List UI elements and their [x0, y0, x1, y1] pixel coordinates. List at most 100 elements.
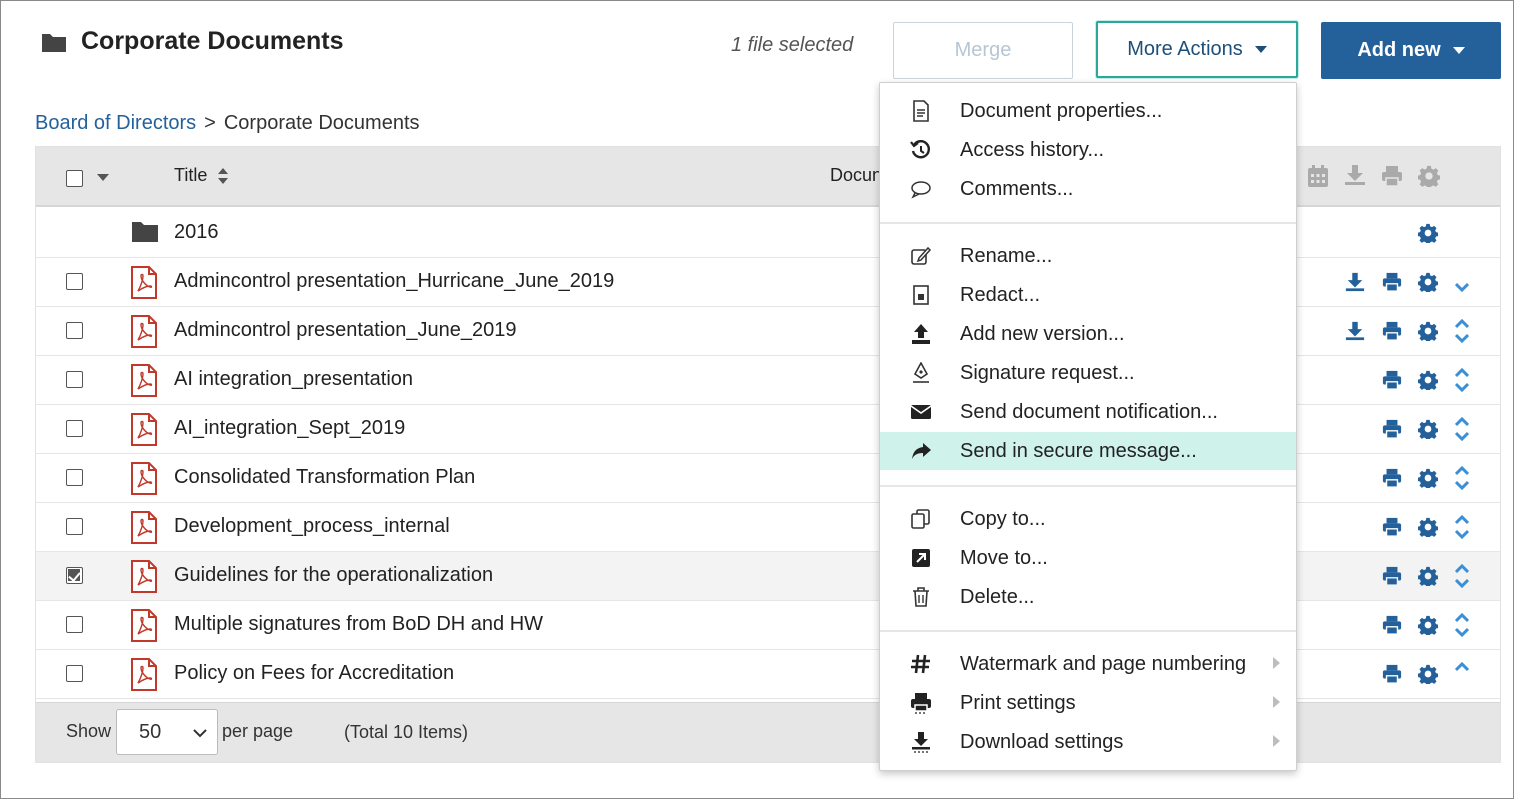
chevron-right-icon: [1273, 696, 1280, 708]
move-up-down-icon[interactable]: [1455, 417, 1469, 441]
menu-item-watermark-page-numbering[interactable]: Watermark and page numbering: [880, 645, 1296, 683]
breadcrumb-link-parent[interactable]: Board of Directors: [35, 112, 196, 135]
row-checkbox[interactable]: [66, 273, 83, 290]
printer-icon[interactable]: [1382, 468, 1402, 488]
menu-item-delete[interactable]: Delete...: [880, 578, 1296, 616]
gear-icon[interactable]: [1418, 566, 1438, 586]
pdf-file-icon: [131, 511, 157, 544]
page-title-text: Corporate Documents: [81, 27, 344, 55]
printer-icon[interactable]: [1382, 321, 1402, 341]
move-up-down-icon[interactable]: [1455, 515, 1469, 539]
menu-item-comments[interactable]: Comments...: [880, 170, 1296, 208]
row-title[interactable]: Development_process_internal: [174, 515, 450, 538]
menu-item-print-settings[interactable]: Print settings: [880, 684, 1296, 722]
row-title[interactable]: Admincontrol presentation_June_2019: [174, 319, 516, 342]
download-icon[interactable]: [1344, 164, 1366, 186]
row-title[interactable]: AI integration_presentation: [174, 368, 413, 391]
gear-icon[interactable]: [1418, 419, 1438, 439]
gear-icon[interactable]: [1418, 223, 1438, 243]
row-checkbox[interactable]: [66, 469, 83, 486]
selected-count: 1 file selected: [731, 34, 854, 56]
menu-item-rename[interactable]: Rename...: [880, 237, 1296, 275]
move-up-down-icon[interactable]: [1455, 564, 1469, 588]
download-icon[interactable]: [1345, 272, 1365, 292]
move-up-icon[interactable]: [1455, 662, 1469, 672]
menu-item-signature-request[interactable]: Signature request...: [880, 354, 1296, 392]
row-checkbox[interactable]: [66, 567, 83, 584]
menu-item-document-properties[interactable]: Document properties...: [880, 92, 1296, 130]
row-title[interactable]: Admincontrol presentation_Hurricane_June…: [174, 270, 614, 293]
printer-icon[interactable]: [1382, 615, 1402, 635]
per-page-label: per page: [222, 721, 294, 741]
menu-item-send-in-secure-message[interactable]: Send in secure message...: [880, 432, 1296, 470]
move-up-down-icon[interactable]: [1455, 613, 1469, 637]
printer-icon[interactable]: [1382, 664, 1402, 684]
menu-item-add-new-version[interactable]: Add new version...: [880, 315, 1296, 353]
more-actions-button[interactable]: More Actions: [1096, 21, 1298, 78]
row-checkbox[interactable]: [66, 322, 83, 339]
trash-icon: [913, 587, 929, 607]
printer-icon[interactable]: [1382, 419, 1402, 439]
gear-icon[interactable]: [1418, 664, 1438, 684]
printer-icon[interactable]: [1382, 272, 1402, 292]
breadcrumb: Board of Directors > Corporate Documents: [35, 112, 420, 135]
row-checkbox[interactable]: [66, 616, 83, 633]
row-checkbox[interactable]: [66, 420, 83, 437]
move-up-down-icon[interactable]: [1455, 466, 1469, 490]
gear-icon[interactable]: [1418, 321, 1438, 341]
menu-item-download-settings[interactable]: Download settings: [880, 723, 1296, 761]
chevron-down-icon[interactable]: [97, 174, 109, 181]
gear-icon[interactable]: [1418, 468, 1438, 488]
per-page-select[interactable]: 50: [116, 709, 218, 755]
chevron-right-icon: [1273, 657, 1280, 669]
menu-item-copy-to[interactable]: Copy to...: [880, 500, 1296, 538]
menu-divider: [880, 630, 1296, 632]
printer-icon[interactable]: [1381, 165, 1403, 187]
sort-icon[interactable]: [217, 167, 229, 185]
move-icon: [912, 549, 930, 567]
row-checkbox[interactable]: [66, 518, 83, 535]
copy-icon: [911, 509, 930, 529]
download-icon[interactable]: [1345, 321, 1365, 341]
row-title[interactable]: 2016: [174, 221, 219, 244]
gear-icon[interactable]: [1418, 165, 1440, 187]
total-items: (Total 10 Items): [344, 722, 469, 742]
pdf-file-icon: [131, 315, 157, 348]
pdf-file-icon: [131, 413, 157, 446]
row-title[interactable]: Guidelines for the operationalization: [174, 564, 493, 587]
menu-item-access-history[interactable]: Access history...: [880, 131, 1296, 169]
column-header-document[interactable]: Docun: [830, 165, 882, 186]
menu-divider: [880, 485, 1296, 487]
envelope-icon: [910, 405, 932, 419]
menu-item-redact[interactable]: Redact...: [880, 276, 1296, 314]
pdf-file-icon: [131, 609, 157, 642]
menu-item-send-document-notification[interactable]: Send document notification...: [880, 393, 1296, 431]
row-title[interactable]: Policy on Fees for Accreditation: [174, 662, 454, 685]
printer-icon[interactable]: [1382, 517, 1402, 537]
printer-icon[interactable]: [1382, 370, 1402, 390]
gear-icon[interactable]: [1418, 272, 1438, 292]
folder-icon: [132, 222, 158, 242]
upload-icon: [912, 324, 930, 344]
move-down-icon[interactable]: [1455, 282, 1469, 292]
select-all-checkbox[interactable]: [66, 170, 83, 187]
pdf-file-icon: [131, 364, 157, 397]
chevron-down-icon: [1254, 46, 1267, 53]
calendar-icon[interactable]: [1307, 164, 1329, 188]
merge-button[interactable]: Merge: [893, 22, 1073, 79]
move-up-down-icon[interactable]: [1455, 368, 1469, 392]
page-title: Corporate Documents: [41, 27, 344, 56]
row-checkbox[interactable]: [66, 665, 83, 682]
row-title[interactable]: AI_integration_Sept_2019: [174, 417, 405, 440]
row-checkbox[interactable]: [66, 371, 83, 388]
menu-item-move-to[interactable]: Move to...: [880, 539, 1296, 577]
add-new-button[interactable]: Add new: [1321, 22, 1501, 79]
column-header-title[interactable]: Title: [174, 165, 207, 186]
gear-icon[interactable]: [1418, 517, 1438, 537]
gear-icon[interactable]: [1418, 615, 1438, 635]
row-title[interactable]: Consolidated Transformation Plan: [174, 466, 475, 489]
gear-icon[interactable]: [1418, 370, 1438, 390]
printer-icon[interactable]: [1382, 566, 1402, 586]
move-up-down-icon[interactable]: [1455, 319, 1469, 343]
row-title[interactable]: Multiple signatures from BoD DH and HW: [174, 613, 543, 636]
